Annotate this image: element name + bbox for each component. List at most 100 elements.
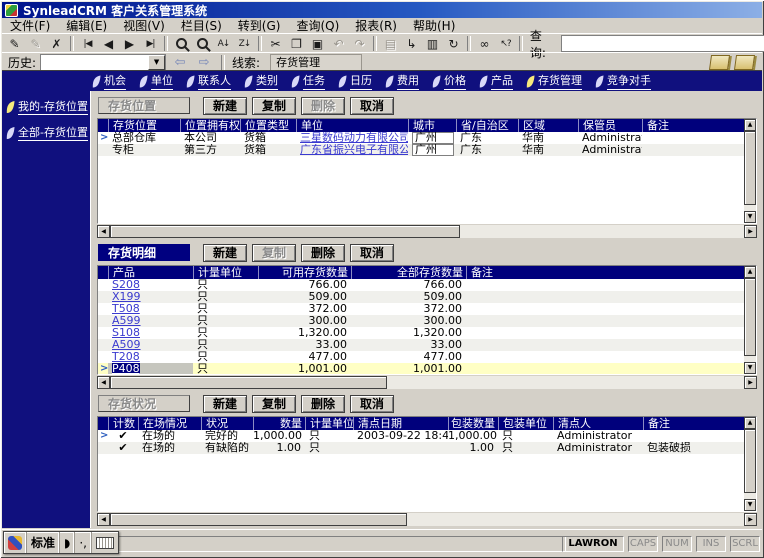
- tab-expense[interactable]: 费用: [385, 72, 419, 90]
- detail-cancel-button[interactable]: 取消: [350, 244, 394, 262]
- whats-this-help-icon[interactable]: ↖?: [495, 35, 516, 52]
- cell-link[interactable]: S108: [112, 327, 140, 339]
- column-header[interactable]: 备注: [642, 119, 748, 132]
- column-header[interactable]: 状况: [201, 417, 253, 430]
- tab-task[interactable]: 任务: [291, 72, 325, 90]
- cell-link[interactable]: A599: [112, 315, 141, 327]
- find-binoculars-icon[interactable]: ∞: [474, 35, 495, 52]
- table-row[interactable]: S108 只 1,320.00 1,320.00: [98, 327, 748, 339]
- table-row[interactable]: > ✔ 在场的 完好的 1,000.00 只 2003-09-22 18:47 1,000.0…: [98, 430, 748, 442]
- scroll-right-icon[interactable]: ▶: [744, 376, 757, 389]
- table-row[interactable]: T508 只 372.00 372.00: [98, 303, 748, 315]
- detail-copy-button[interactable]: 复制: [252, 244, 296, 262]
- scrollbar-track[interactable]: [407, 513, 744, 526]
- horizontal-scrollbar[interactable]: ◀ ▶: [97, 376, 757, 389]
- column-header[interactable]: [98, 119, 108, 132]
- cell-link[interactable]: 广东省振兴电子有限公司: [300, 144, 408, 156]
- history-forward-icon[interactable]: ⇨: [194, 54, 214, 70]
- history-input[interactable]: [41, 55, 148, 70]
- scroll-up-icon[interactable]: ▲: [744, 417, 756, 429]
- last-record-icon[interactable]: ▶|: [140, 35, 161, 52]
- tab-product[interactable]: 产品: [479, 72, 513, 90]
- tab-inventory-management[interactable]: 存货管理: [526, 72, 582, 90]
- column-header[interactable]: 位置拥有权: [180, 119, 240, 132]
- column-header[interactable]: 清点人: [553, 417, 643, 430]
- scrollbar-track[interactable]: [387, 376, 744, 389]
- column-header[interactable]: 保管员: [578, 119, 642, 132]
- cell-editor[interactable]: 广州: [412, 144, 454, 156]
- scrollbar-thumb[interactable]: [744, 131, 756, 205]
- scroll-left-icon[interactable]: ◀: [97, 225, 110, 238]
- cell-link[interactable]: T208: [112, 351, 140, 363]
- cell-link[interactable]: X199: [112, 291, 141, 303]
- column-header[interactable]: 产品: [108, 266, 193, 279]
- scroll-down-icon[interactable]: ▼: [744, 362, 756, 374]
- column-header[interactable]: 城市: [408, 119, 456, 132]
- table-row[interactable]: > 总部仓库 本公司 货箱 三星数码动力有限公司广州广东 华南 Administrator: [98, 132, 748, 144]
- chevron-down-icon[interactable]: ▼: [148, 54, 166, 70]
- cell-link[interactable]: 三星数码动力有限公司: [300, 132, 408, 144]
- scrollbar-thumb[interactable]: [744, 278, 756, 356]
- refresh-icon[interactable]: ↻: [443, 35, 464, 52]
- column-header[interactable]: 备注: [466, 266, 748, 279]
- delete-record-icon[interactable]: ✗: [46, 35, 67, 52]
- scroll-left-icon[interactable]: ◀: [97, 376, 110, 389]
- sort-descending-icon[interactable]: Z↓: [234, 35, 255, 52]
- tab-category[interactable]: 类别: [244, 72, 278, 90]
- scrollbar-thumb[interactable]: [110, 376, 388, 389]
- scroll-up-icon[interactable]: ▲: [744, 266, 756, 278]
- new-record-icon[interactable]: ✎: [4, 35, 25, 52]
- redo-icon[interactable]: ↷: [349, 35, 370, 52]
- location-new-button[interactable]: 新建: [203, 97, 247, 115]
- scroll-left-icon[interactable]: ◀: [97, 513, 110, 526]
- ime-logo-segment[interactable]: [4, 532, 27, 553]
- status-delete-button[interactable]: 删除: [301, 395, 345, 413]
- edit-record-icon[interactable]: ✎: [25, 35, 46, 52]
- table-row[interactable]: S208 只 766.00 766.00: [98, 279, 748, 291]
- column-header[interactable]: 在场情况: [138, 417, 201, 430]
- export-icon[interactable]: ↳: [401, 35, 422, 52]
- column-header[interactable]: 备注: [643, 417, 748, 430]
- column-header[interactable]: 包装单位: [498, 417, 553, 430]
- column-header[interactable]: 全部存货数量: [351, 266, 466, 279]
- scroll-up-icon[interactable]: ▲: [744, 119, 756, 131]
- scroll-right-icon[interactable]: ▶: [744, 225, 757, 238]
- status-cancel-button[interactable]: 取消: [350, 395, 394, 413]
- tab-competitor[interactable]: 竞争对手: [595, 72, 651, 90]
- column-header[interactable]: 存货位置: [108, 119, 180, 132]
- scrollbar-track[interactable]: [460, 225, 744, 238]
- previous-record-icon[interactable]: ◀: [98, 35, 119, 52]
- first-record-icon[interactable]: |◀: [77, 35, 98, 52]
- cell-link[interactable]: A509: [112, 339, 141, 351]
- scroll-down-icon[interactable]: ▼: [744, 499, 756, 511]
- column-header[interactable]: 计量单位: [193, 266, 258, 279]
- cell-link[interactable]: T508: [112, 303, 140, 315]
- send-icon[interactable]: ▥: [422, 35, 443, 52]
- column-header[interactable]: 清点日期: [353, 417, 448, 430]
- location-delete-button[interactable]: 删除: [301, 97, 345, 115]
- copy-icon[interactable]: ❐: [286, 35, 307, 52]
- sidebar-item-my-inventory-locations[interactable]: 我的-存货位置: [6, 98, 88, 115]
- table-row[interactable]: A509 只 33.00 33.00: [98, 339, 748, 351]
- tab-contact[interactable]: 联系人: [186, 72, 231, 90]
- search-icon[interactable]: [171, 35, 192, 52]
- column-header[interactable]: 数量: [253, 417, 305, 430]
- history-back-icon[interactable]: ⇦: [170, 54, 190, 70]
- cut-icon[interactable]: ✂: [265, 35, 286, 52]
- detail-delete-button[interactable]: 删除: [301, 244, 345, 262]
- horizontal-scrollbar[interactable]: ◀ ▶: [97, 225, 757, 238]
- scrollbar-thumb[interactable]: [110, 225, 460, 238]
- table-row[interactable]: X199 只 509.00 509.00: [98, 291, 748, 303]
- report-preview-icon[interactable]: [733, 54, 756, 70]
- tab-price[interactable]: 价格: [432, 72, 466, 90]
- ime-halfwidth-moon-icon[interactable]: ◗: [60, 532, 76, 553]
- print-icon[interactable]: ▤: [380, 35, 401, 52]
- column-header[interactable]: 单位: [296, 119, 408, 132]
- table-row[interactable]: T208 只 477.00 477.00: [98, 351, 748, 363]
- undo-icon[interactable]: ↶: [328, 35, 349, 52]
- history-combobox[interactable]: ▼: [40, 53, 167, 71]
- column-header[interactable]: [98, 266, 108, 279]
- scrollbar-thumb[interactable]: [110, 513, 407, 526]
- sort-ascending-icon[interactable]: A↓: [213, 35, 234, 52]
- query-combobox[interactable]: ▼: [560, 35, 764, 52]
